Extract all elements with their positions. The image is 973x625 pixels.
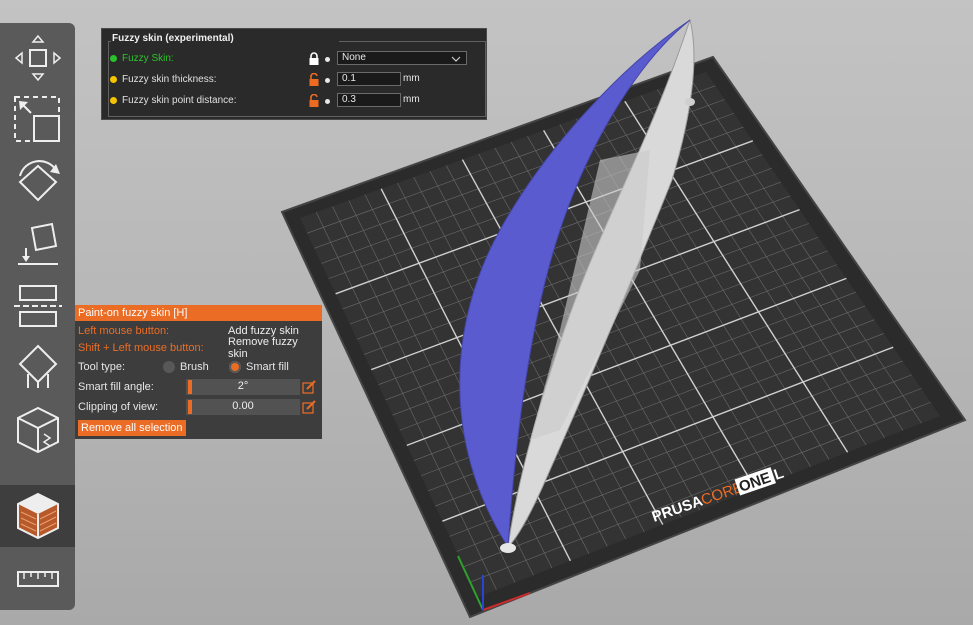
rotate-icon (18, 160, 60, 202)
unit-label: mm (403, 73, 420, 84)
scale-icon (13, 96, 60, 142)
fuzzy-skin-point-distance-label: Fuzzy skin point distance: (122, 94, 237, 106)
supports-paint-icon (18, 344, 57, 388)
cut-icon (13, 285, 62, 327)
bullet-icon (110, 54, 117, 62)
paint-panel-title: Paint-on fuzzy skin [H] (75, 305, 322, 321)
radio-unchecked-icon (163, 361, 175, 374)
seam-paint-icon (16, 406, 59, 454)
measure-icon (16, 571, 59, 587)
smart-fill-angle-slider[interactable]: 2° (186, 379, 300, 395)
fuzzy-skin-select-value: None (342, 52, 366, 63)
clipping-slider[interactable]: 0.00 (186, 399, 300, 415)
fuzzy-skin-paint-icon (16, 492, 59, 540)
smart-fill-radio[interactable]: Smart fill (229, 360, 289, 374)
clipping-row: Clipping of view: 0.00 (78, 398, 320, 416)
scale-tool-button[interactable] (0, 89, 75, 151)
print-bed (280, 55, 967, 619)
paint-on-fuzzy-skin-panel: Paint-on fuzzy skin [H] Left mouse butto… (75, 305, 322, 439)
brush-label: Brush (180, 360, 209, 373)
measure-tool-button[interactable] (0, 549, 75, 611)
fuzzy-skin-point-distance-row: Fuzzy skin point distance: (110, 92, 237, 108)
settings-panel-title: Fuzzy skin (experimental) (112, 33, 234, 44)
left-toolbar (0, 23, 75, 610)
unlocked-icon[interactable] (308, 94, 320, 108)
brush-radio[interactable]: Brush (163, 360, 209, 374)
place-on-face-icon (17, 222, 58, 265)
fuzzy-skin-thickness-input[interactable]: 0.1 (337, 72, 401, 86)
edit-icon[interactable] (302, 400, 316, 414)
move-icon (14, 34, 61, 82)
clipping-label: Clipping of view: (78, 401, 159, 413)
rotate-tool-button[interactable] (0, 151, 75, 213)
smart-fill-angle-label: Smart fill angle: (78, 381, 154, 393)
clipping-value: 0.00 (232, 400, 254, 412)
move-tool-button[interactable] (0, 27, 75, 89)
edit-icon[interactable] (302, 380, 316, 394)
shift-mouse-row: Shift + Left mouse button: Remove fuzzy … (78, 336, 320, 360)
tool-type-label: Tool type: (78, 361, 126, 373)
fuzzy-skin-row: Fuzzy Skin: (110, 50, 174, 66)
radio-checked-icon (229, 361, 241, 374)
smart-fill-label: Smart fill (246, 360, 289, 373)
left-mouse-label: Left mouse button: (78, 325, 170, 337)
fuzzy-skin-settings-panel: Fuzzy skin (experimental) Fuzzy Skin: No… (101, 28, 487, 120)
fuzzy-skin-label: Fuzzy Skin: (122, 52, 174, 64)
locked-icon[interactable] (308, 52, 320, 66)
unlocked-icon[interactable] (308, 73, 320, 87)
bullet-icon (110, 75, 117, 83)
system-value-dot (325, 78, 330, 83)
fuzzy-skin-paint-tool-button[interactable] (0, 485, 75, 547)
unit-label: mm (403, 94, 420, 105)
bullet-icon (110, 96, 117, 104)
fuzzy-skin-select[interactable]: None (337, 51, 467, 65)
system-value-dot (325, 99, 330, 104)
seam-paint-tool-button[interactable] (0, 399, 75, 461)
fuzzy-skin-thickness-label: Fuzzy skin thickness: (122, 73, 217, 85)
supports-paint-tool-button[interactable] (0, 337, 75, 399)
fuzzy-skin-thickness-row: Fuzzy skin thickness: (110, 71, 216, 87)
place-on-face-tool-button[interactable] (0, 213, 75, 275)
tool-type-row: Tool type: Brush Smart fill (78, 358, 320, 376)
shift-mouse-label: Shift + Left mouse button: (78, 342, 204, 354)
chevron-down-icon (451, 56, 461, 62)
remove-all-selection-button[interactable]: Remove all selection (78, 420, 186, 436)
fuzzy-skin-point-distance-input[interactable]: 0.3 (337, 93, 401, 107)
cut-tool-button[interactable] (0, 275, 75, 337)
smart-fill-angle-row: Smart fill angle: 2° (78, 378, 320, 396)
system-value-dot (325, 57, 330, 62)
shift-mouse-action: Remove fuzzy skin (228, 336, 298, 360)
smart-fill-angle-value: 2° (237, 380, 249, 392)
